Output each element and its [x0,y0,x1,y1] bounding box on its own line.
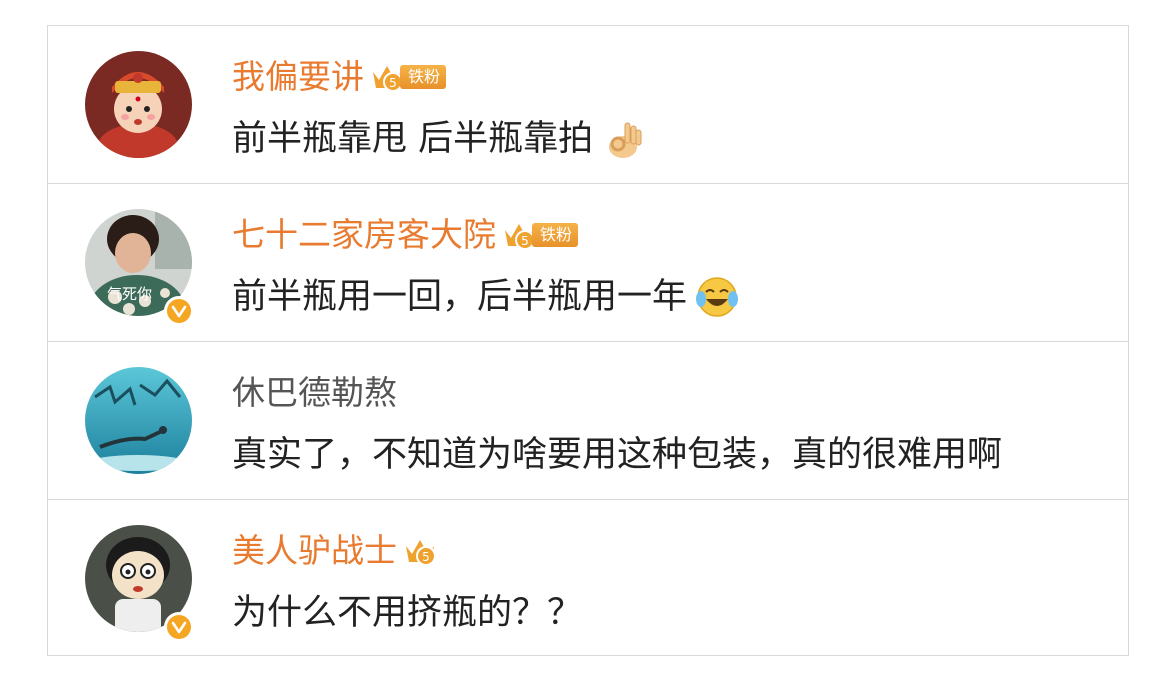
crown-icon: 5 [505,224,535,250]
username[interactable]: 休巴德勒熬 [232,372,397,414]
avatar[interactable] [85,51,192,158]
username[interactable]: 七十二家房客大院 [232,214,496,256]
verified-icon [171,305,187,318]
username-line: 美人驴战士 5 [232,530,437,572]
fan-badge: 5 铁粉 [502,218,579,252]
comment-item[interactable]: 休巴德勒熬 真实了，不知道为啥要用这种包装，真的很难用啊 [48,342,1128,499]
underwater-swimmer-avatar-image [85,367,192,474]
badge-level: 5 [422,550,430,564]
comment-item[interactable]: 气死你 七十二家房客大院 5 铁粉 前半瓶用一回，后半瓶用一年 [48,184,1128,341]
fan-tag: 铁粉 [532,223,579,247]
username-line: 休巴德勒熬 [232,372,397,414]
comment-text: 前半瓶用一回，后半瓶用一年 [232,277,688,317]
comment-text-line: 前半瓶靠甩 后半瓶靠拍 [232,116,645,162]
comment-text-line: 为什么不用挤瓶的？？ [232,590,582,636]
avatar[interactable] [85,367,192,474]
comment-list: 我偏要讲 5 铁粉 前半瓶靠甩 后半瓶靠拍 气死你 七十二家房客大院 5 铁粉 … [47,25,1129,656]
verified-badge [164,296,194,326]
crown-icon: 5 [406,540,436,566]
comment-text-line: 前半瓶用一回，后半瓶用一年 [232,274,739,320]
badge-level: 5 [521,234,529,248]
avatar-caption: 气死你 [107,285,152,303]
verified-badge [164,612,194,642]
verified-icon [171,621,187,634]
comment-text: 真实了，不知道为啥要用这种包装，真的很难用啊 [232,435,1003,475]
comment-text: 为什么不用挤瓶的？？ [232,593,583,633]
comment-text: 前半瓶靠甩 后半瓶靠拍 [232,119,594,159]
comment-item[interactable]: 我偏要讲 5 铁粉 前半瓶靠甩 后半瓶靠拍 [48,26,1128,183]
fan-tag: 铁粉 [400,65,447,89]
laugh-cry-icon [696,277,739,317]
username[interactable]: 美人驴战士 [232,530,397,572]
username-line: 七十二家房客大院 5 铁粉 [232,214,579,256]
baby-doll-avatar-image [85,51,192,158]
comment-item[interactable]: 美人驴战士 5 为什么不用挤瓶的？？ [48,500,1128,657]
crown-icon: 5 [373,66,403,92]
fan-badge: 5 铁粉 [370,60,447,94]
ok-hand-icon [609,122,642,158]
username-line: 我偏要讲 5 铁粉 [232,56,447,98]
badge-level: 5 [389,76,397,90]
fan-badge: 5 [403,534,437,568]
username[interactable]: 我偏要讲 [232,56,364,98]
comment-text-line: 真实了，不知道为啥要用这种包装，真的很难用啊 [232,432,1002,478]
